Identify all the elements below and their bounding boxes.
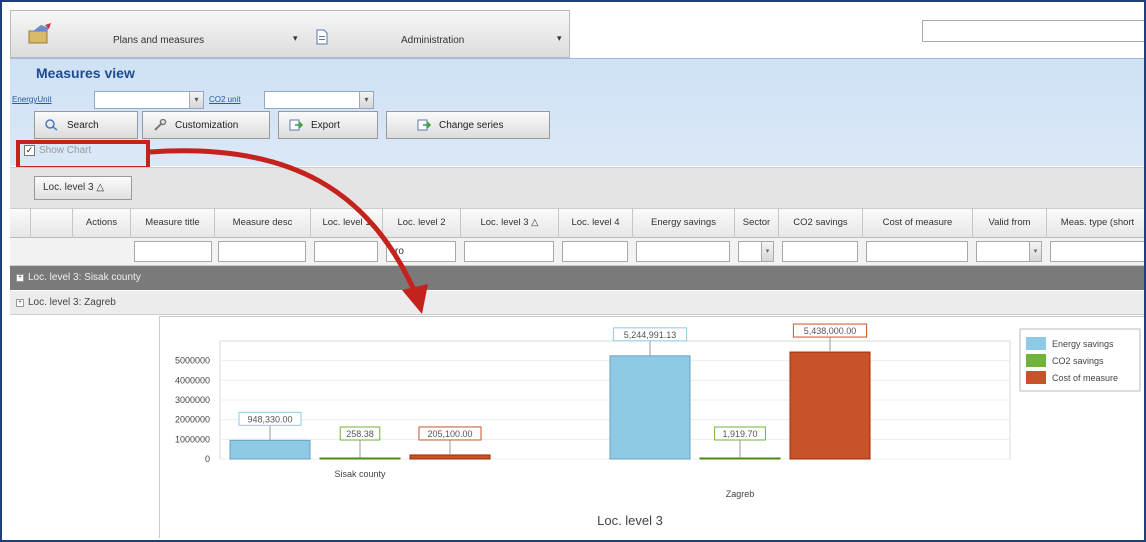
filter-sector[interactable]: ▾ xyxy=(738,241,774,262)
x-axis-title: Loc. level 3 xyxy=(597,513,663,528)
export-button-label: Export xyxy=(311,119,340,131)
top-nav-bar: Plans and measures ▾ Administration ▾ xyxy=(10,10,570,58)
chevron-down-icon[interactable]: ▾ xyxy=(1029,242,1041,261)
measures-view-panel: Measures view EnergyUnit ▾ CO2 unit ▾ Se… xyxy=(10,58,1144,166)
legend-swatch xyxy=(1026,371,1046,384)
co2-unit-select[interactable]: ▾ xyxy=(264,91,374,109)
legend-label: Energy savings xyxy=(1052,339,1114,349)
expand-icon[interactable]: + xyxy=(16,274,24,282)
data-label: 205,100.00 xyxy=(427,429,472,439)
legend-swatch xyxy=(1026,337,1046,350)
group-row-label: Loc. level 3: Sisak county xyxy=(28,272,141,283)
export-button[interactable]: Export xyxy=(278,111,378,139)
y-tick-label: 3000000 xyxy=(175,395,210,405)
admin-dropdown-arrow-icon[interactable]: ▾ xyxy=(557,33,562,44)
annotation-highlight-box xyxy=(16,140,150,170)
column-header-valid-from[interactable]: Valid from xyxy=(972,209,1046,238)
app-frame: Plans and measures ▾ Administration ▾ Me… xyxy=(0,0,1146,542)
bar-chart: 5000000 4000000 3000000 2000000 1000000 0 948,… xyxy=(175,323,1141,528)
customization-button-label: Customization xyxy=(175,119,239,131)
search-button-label: Search xyxy=(67,119,99,131)
filter-cost-of-measure[interactable] xyxy=(866,241,968,262)
change-series-icon xyxy=(417,119,431,131)
column-header-meas-type[interactable]: Meas. type (short xyxy=(1046,209,1144,238)
bar-cost-of-measure xyxy=(409,454,491,460)
y-tick-label: 0 xyxy=(205,454,210,464)
filter-co2-savings[interactable] xyxy=(782,241,858,262)
energy-unit-select[interactable]: ▾ xyxy=(94,91,204,109)
filter-loc-level-1[interactable] xyxy=(314,241,378,262)
data-label: 258.38 xyxy=(346,429,374,439)
column-header-loc-level-3[interactable]: Loc. level 3 △ xyxy=(460,209,558,238)
export-icon xyxy=(289,119,303,131)
column-header-loc-level-1[interactable]: Loc. level 1 xyxy=(310,209,382,238)
search-button[interactable]: Search xyxy=(34,111,138,139)
filter-loc-level-3[interactable] xyxy=(464,241,554,262)
legend-label: CO2 savings xyxy=(1052,356,1104,366)
group-by-chip[interactable]: Loc. level 3 △ xyxy=(34,176,132,200)
grid-filter-row: cro ▾ ▾ xyxy=(10,238,1144,266)
data-label: 948,330.00 xyxy=(247,414,292,424)
global-search-input[interactable] xyxy=(922,20,1144,42)
column-header-loc-level-4[interactable]: Loc. level 4 xyxy=(558,209,632,238)
column-header-actions[interactable]: Actions xyxy=(72,209,130,238)
wrench-icon xyxy=(154,119,167,131)
bar-energy-savings xyxy=(229,439,311,460)
expand-icon[interactable]: + xyxy=(16,299,24,307)
chart-panel: 5000000 4000000 3000000 2000000 1000000 0 948,… xyxy=(159,316,1144,538)
filter-loc-level-4[interactable] xyxy=(562,241,628,262)
chevron-down-icon[interactable]: ▾ xyxy=(761,242,773,261)
chevron-down-icon[interactable]: ▾ xyxy=(189,92,203,108)
y-tick-label: 2000000 xyxy=(175,415,210,425)
filter-meas-type[interactable] xyxy=(1050,241,1144,262)
data-label: 5,438,000.00 xyxy=(804,326,857,336)
filter-measure-desc[interactable] xyxy=(218,241,306,262)
bar-co2-savings xyxy=(699,457,781,460)
column-header-select[interactable] xyxy=(30,209,72,238)
filter-loc-level-2[interactable]: cro xyxy=(386,241,456,262)
x-tick-label: Zagreb xyxy=(726,489,755,499)
group-row-sisak[interactable]: + Loc. level 3: Sisak county xyxy=(10,266,1144,290)
column-header-cost-of-measure[interactable]: Cost of measure xyxy=(862,209,972,238)
column-header-loc-level-2[interactable]: Loc. level 2 xyxy=(382,209,460,238)
legend-label: Cost of measure xyxy=(1052,373,1118,383)
document-icon xyxy=(316,29,328,45)
bar-co2-savings xyxy=(319,457,401,460)
column-header-sector[interactable]: Sector xyxy=(734,209,778,238)
page-title: Measures view xyxy=(36,65,135,81)
customization-button[interactable]: Customization xyxy=(142,111,270,139)
bar-energy-savings xyxy=(609,355,691,460)
column-header-energy-savings[interactable]: Energy savings xyxy=(632,209,734,238)
chevron-down-icon[interactable]: ▾ xyxy=(359,92,373,108)
menu-administration[interactable]: Administration xyxy=(401,35,464,46)
grouping-panel: Loc. level 3 △ xyxy=(10,167,1144,209)
menu-plans-and-measures[interactable]: Plans and measures xyxy=(113,35,204,46)
plans-dropdown-arrow-icon[interactable]: ▾ xyxy=(293,33,298,44)
filter-measure-title[interactable] xyxy=(134,241,212,262)
grid-header: Actions Measure title Measure desc Loc. … xyxy=(10,209,1144,238)
search-icon xyxy=(45,119,58,131)
y-tick-label: 4000000 xyxy=(175,375,210,385)
y-tick-label: 5000000 xyxy=(175,356,210,366)
change-series-button-label: Change series xyxy=(439,119,504,131)
x-tick-label: Sisak county xyxy=(334,469,386,479)
filter-valid-from[interactable]: ▾ xyxy=(976,241,1042,262)
column-header-measure-desc[interactable]: Measure desc xyxy=(214,209,310,238)
energy-unit-label: EnergyUnit xyxy=(12,95,52,104)
legend-swatch xyxy=(1026,354,1046,367)
group-row-zagreb[interactable]: + Loc. level 3: Zagreb xyxy=(10,291,1144,315)
group-row-label: Loc. level 3: Zagreb xyxy=(28,297,116,308)
app-logo-icon[interactable] xyxy=(27,23,53,45)
column-header-measure-title[interactable]: Measure title xyxy=(130,209,214,238)
column-header-co2-savings[interactable]: CO2 savings xyxy=(778,209,862,238)
bar-cost-of-measure xyxy=(789,351,871,460)
y-tick-label: 1000000 xyxy=(175,434,210,444)
co2-unit-label: CO2 unit xyxy=(209,95,241,104)
data-label: 1,919.70 xyxy=(722,429,757,439)
change-series-button[interactable]: Change series xyxy=(386,111,550,139)
filter-energy-savings[interactable] xyxy=(636,241,730,262)
data-label: 5,244,991.13 xyxy=(624,330,677,340)
